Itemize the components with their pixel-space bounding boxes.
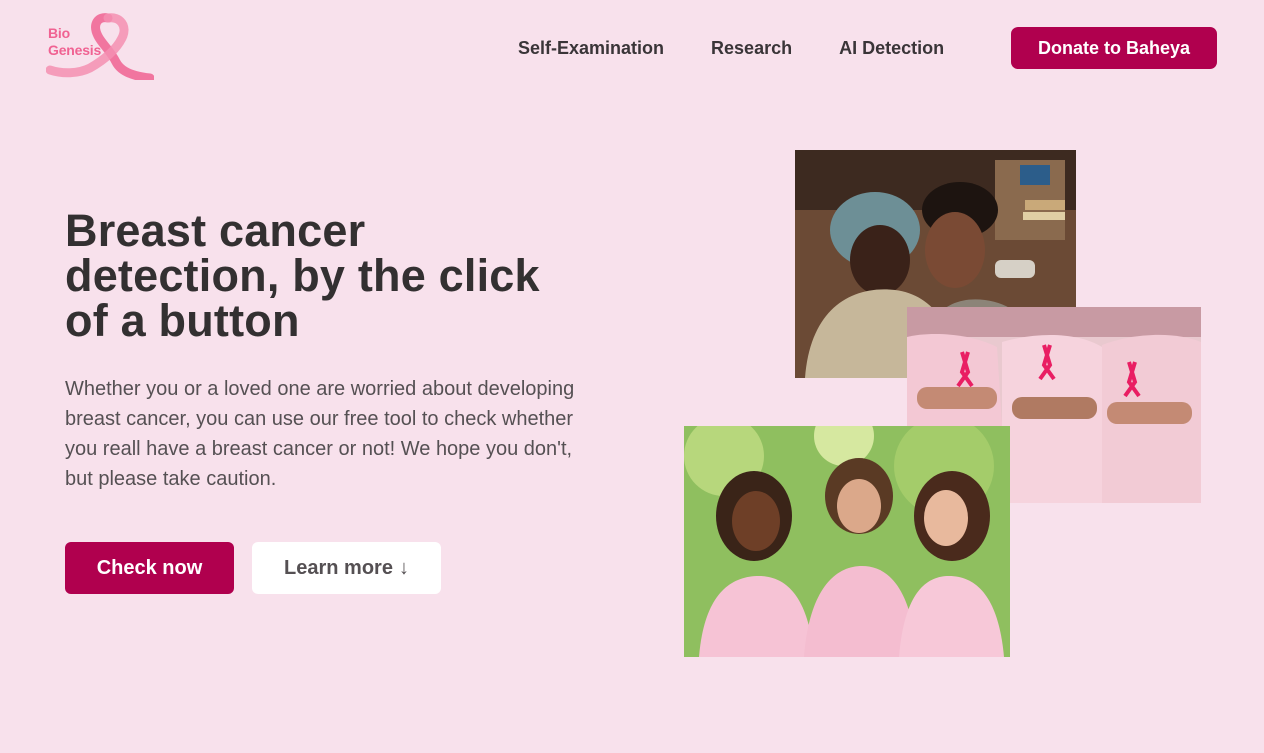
brand-logo[interactable]: Bio Genesis — [46, 12, 154, 80]
nav-link-self-examination[interactable]: Self-Examination — [518, 38, 664, 59]
learn-more-label: Learn more — [284, 556, 393, 579]
landing-page: Bio Genesis Self-Examination Research AI… — [0, 0, 1264, 753]
photo-three-women — [684, 426, 1010, 657]
donate-button[interactable]: Donate to Baheya — [1011, 27, 1217, 69]
main-nav: Self-Examination Research AI Detection — [518, 35, 991, 61]
arrow-down-icon: ↓ — [398, 556, 409, 579]
learn-more-button[interactable]: Learn more ↓ — [252, 542, 441, 594]
logo-text-genesis: Genesis — [48, 42, 102, 58]
nav-link-ai-detection[interactable]: AI Detection — [839, 38, 944, 59]
check-now-button[interactable]: Check now — [65, 542, 234, 594]
nav-link-research[interactable]: Research — [711, 38, 792, 59]
logo-text-bio: Bio — [48, 25, 70, 41]
hero-description: Whether you or a loved one are worried a… — [65, 378, 575, 490]
hero-title: Breast cancer detection, by the click of… — [65, 205, 540, 346]
